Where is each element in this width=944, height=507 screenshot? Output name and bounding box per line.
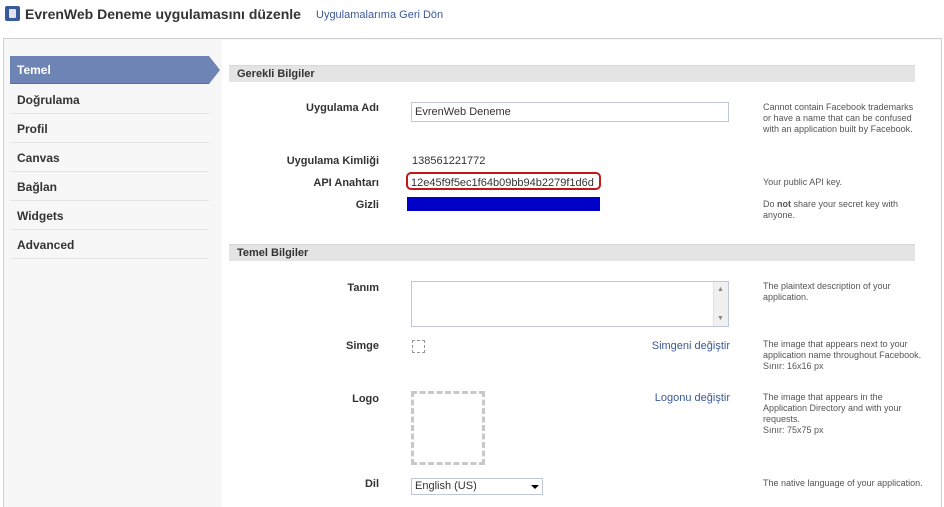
facebook-app-icon	[5, 6, 20, 21]
sidebar-item-temel[interactable]: Temel	[10, 56, 209, 84]
sidebar-item-dogrulama[interactable]: Doğrulama	[10, 86, 209, 114]
secret-help-pre: Do	[763, 199, 778, 209]
logo-size-limit: Sınır: 75x75 px	[763, 425, 824, 435]
sidebar-item-profil[interactable]: Profil	[10, 115, 209, 143]
sidebar-item-baglan[interactable]: Bağlan	[10, 173, 209, 201]
language-select[interactable]: English (US)	[411, 478, 543, 495]
app-logo-placeholder	[411, 391, 485, 465]
active-arrow-indicator	[209, 56, 220, 84]
scroll-up-icon[interactable]: ▲	[717, 286, 724, 294]
app-name-input[interactable]: EvrenWeb Deneme	[411, 102, 729, 122]
app-id-label: Uygulama Kimliği	[286, 155, 379, 167]
sidebar-item-widgets[interactable]: Widgets	[10, 202, 209, 230]
secret-help-bold: not	[777, 199, 792, 209]
app-id-value: 138561221772	[412, 155, 486, 167]
description-textarea[interactable]: ▲ ▼	[411, 281, 729, 327]
change-logo-link[interactable]: Logonu değiştir	[655, 392, 730, 404]
scroll-down-icon[interactable]: ▼	[717, 315, 724, 323]
logo-help: The image that appears in the Applicatio…	[763, 392, 923, 436]
logo-help-text: The image that appears in the Applicatio…	[763, 392, 902, 424]
app-icon-placeholder	[412, 340, 425, 353]
logo-label: Logo	[352, 393, 379, 405]
description-scrollbar[interactable]: ▲ ▼	[713, 282, 728, 326]
change-icon-link[interactable]: Simgeni değiştir	[652, 340, 730, 352]
api-key-value: 12e45f9f5ec1f64b09bb94b2279f1d6d	[411, 177, 594, 189]
api-key-help: Your public API key.	[763, 177, 843, 187]
page-header: EvrenWeb Deneme uygulamasını düzenle Uyg…	[0, 0, 944, 34]
app-name-help: Cannot contain Facebook trademarks or ha…	[763, 102, 914, 134]
language-help: The native language of your application.	[763, 478, 923, 488]
icon-help-text: The image that appears next to your appl…	[763, 339, 922, 360]
icon-size-limit: Sınır: 16x16 px	[763, 361, 824, 371]
section-heading-basic: Temel Bilgiler	[229, 244, 915, 261]
api-key-label: API Anahtarı	[313, 177, 379, 189]
icon-label: Simge	[345, 340, 379, 352]
section-heading-required: Gerekli Bilgiler	[229, 65, 915, 82]
language-label: Dil	[364, 478, 379, 490]
chevron-down-icon[interactable]	[531, 485, 539, 489]
sidebar-item-advanced[interactable]: Advanced	[10, 231, 209, 259]
secret-redaction	[407, 197, 600, 211]
description-label: Tanım	[347, 282, 379, 294]
secret-help: Do not share your secret key with anyone…	[763, 199, 923, 221]
sidebar-item-canvas[interactable]: Canvas	[10, 144, 209, 172]
secret-label: Gizli	[355, 199, 379, 211]
page-title: EvrenWeb Deneme uygulamasını düzenle	[25, 6, 301, 22]
language-selected-value: English (US)	[415, 480, 477, 492]
app-name-label: Uygulama Adı	[306, 102, 379, 114]
icon-help: The image that appears next to your appl…	[763, 339, 923, 372]
description-help: The plaintext description of your applic…	[763, 281, 891, 302]
back-to-apps-link[interactable]: Uygulamalarıma Geri Dön	[316, 9, 443, 21]
